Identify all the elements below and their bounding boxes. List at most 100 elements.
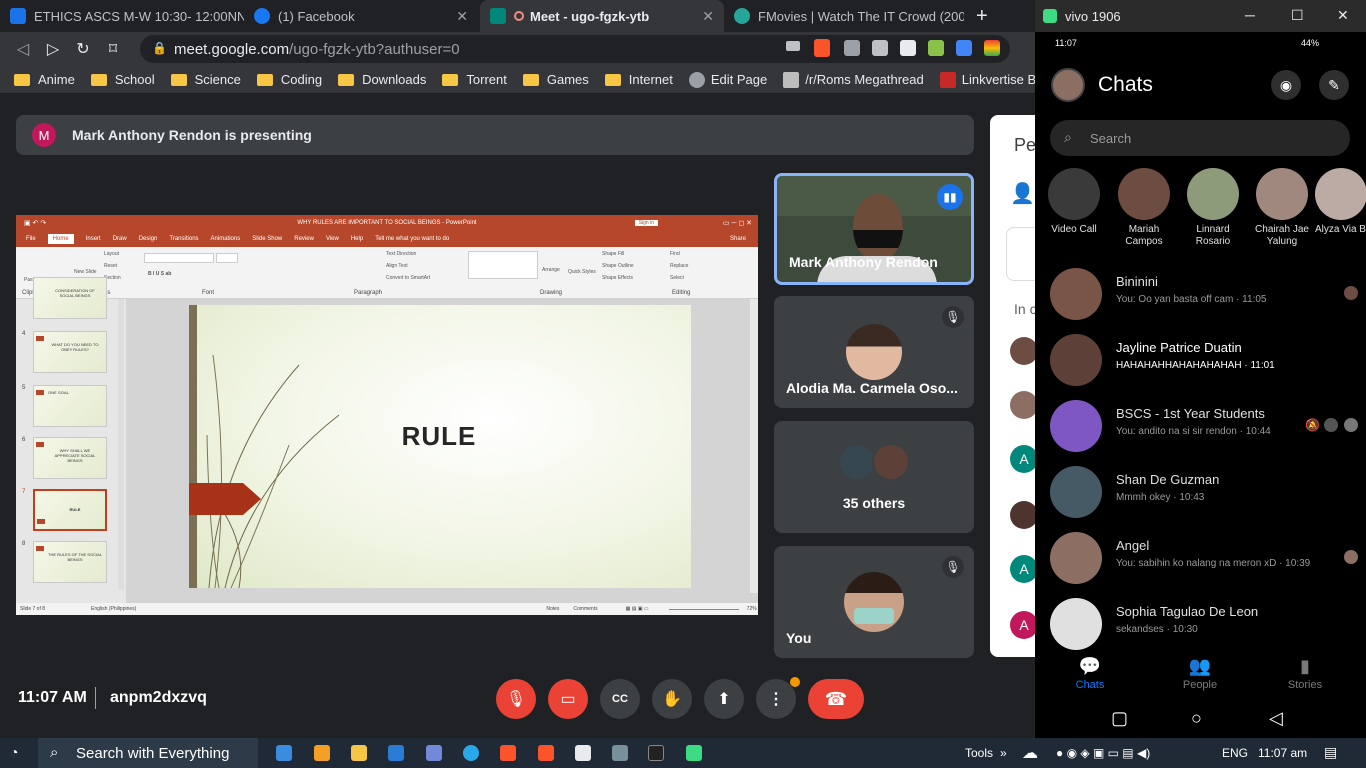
recents-icon[interactable]: ▢ (1111, 708, 1128, 729)
ppt-tab-home[interactable]: Home (47, 234, 74, 244)
camera-icon[interactable]: ◉ (1271, 70, 1301, 100)
bookmark-icon[interactable]: ⌑ (98, 39, 128, 59)
taskbar-clock[interactable]: 11:07 am (1258, 746, 1307, 760)
ppt-share-button[interactable]: Share (730, 236, 746, 242)
nav-people[interactable]: 👥 People (1160, 656, 1240, 691)
minimize-icon[interactable]: ─ (1245, 7, 1255, 23)
ppt-tab-draw[interactable]: Draw (113, 236, 127, 242)
shape-effects-button[interactable]: Shape Effects (602, 275, 633, 281)
extension-icon[interactable] (984, 40, 1000, 56)
notes-button[interactable]: Notes (546, 606, 559, 612)
shape-outline-button[interactable]: Shape Outline (602, 263, 634, 269)
close-icon[interactable]: ✕ (1337, 7, 1349, 24)
replace-button[interactable]: Replace (670, 263, 688, 269)
android-icon[interactable] (686, 745, 702, 761)
participant-tile[interactable]: 🎙 Alodia Ma. Carmela Oso... (774, 296, 974, 408)
window-controls[interactable]: ▭ ─ ◻ ✕ (723, 219, 752, 227)
font-format-buttons[interactable]: B I U S ab (148, 271, 171, 277)
shape-fill-button[interactable]: Shape Fill (602, 251, 624, 257)
font-size-select[interactable] (216, 253, 238, 263)
ppt-tab-review[interactable]: Review (294, 236, 314, 242)
start-icon[interactable]: ◔ (10, 744, 18, 760)
story-item[interactable]: Chairah Jae Yalung (1247, 168, 1317, 248)
file-explorer-icon[interactable] (351, 745, 367, 761)
camera-off-button[interactable]: ▭ (548, 679, 588, 719)
compose-icon[interactable]: ✎ (1319, 70, 1349, 100)
participant-tile-presenter[interactable]: ▮▮ Mark Anthony Rendon (774, 173, 974, 285)
weather-icon[interactable]: ☁ (1022, 743, 1038, 763)
back-icon[interactable]: ◁ (1269, 708, 1283, 729)
bookmark-edit-page[interactable]: Edit Page (688, 71, 767, 88)
slide-thumbnail[interactable]: THE RULES OF THE SOCIAL BEINGS (33, 541, 107, 583)
participant-tile-self[interactable]: 🎙 You (774, 546, 974, 658)
font-family-select[interactable] (144, 253, 214, 263)
bookmark-science[interactable]: Science (170, 72, 241, 87)
nav-chats[interactable]: 💬 Chats (1050, 656, 1130, 691)
ppt-tab-insert[interactable]: Insert (86, 236, 101, 242)
vscode-icon[interactable] (276, 745, 292, 761)
slide-thumbnail[interactable]: CONSIDERATION OF SOCIAL BEINGS (33, 277, 107, 319)
tab-ethics[interactable]: ETHICS ASCS M-W 10:30- 12:00NN AS ✕ (0, 0, 244, 32)
shapes-gallery[interactable] (468, 251, 538, 279)
bookmark-torrent[interactable]: Torrent (442, 72, 507, 87)
end-call-button[interactable]: ☎ (808, 679, 864, 719)
present-screen-button[interactable]: ⬆ (704, 679, 744, 719)
bookmark-games[interactable]: Games (522, 72, 589, 87)
brave-icon[interactable] (500, 745, 516, 761)
slide-thumbnail[interactable]: ONE GOAL (33, 385, 107, 427)
arrange-button[interactable]: Arrange (542, 267, 560, 273)
ppt-tab-transitions[interactable]: Transitions (169, 236, 198, 242)
chat-item[interactable]: Bininini You: Oo yan basta off cam · 11:… (1050, 264, 1366, 324)
profile-avatar[interactable] (1051, 68, 1085, 102)
slide-thumbnail[interactable]: WHY SHALL WE APPRECIATE SOCIAL BEINGS (33, 437, 107, 479)
language-indicator[interactable]: ENG (1222, 746, 1248, 760)
new-slide-button[interactable]: New Slide (74, 269, 97, 275)
story-video-call[interactable]: Video Call (1039, 168, 1109, 236)
notification-center-icon[interactable]: ▤ (1324, 744, 1337, 761)
bookmark-anime[interactable]: Anime (14, 72, 75, 87)
captions-button[interactable]: CC (600, 679, 640, 719)
notion-icon[interactable] (900, 40, 916, 56)
reset-button[interactable]: Reset (104, 263, 117, 269)
ppt-tab-design[interactable]: Design (139, 236, 158, 242)
messenger-search-input[interactable]: ⌕ Search (1050, 120, 1350, 156)
extension-icon[interactable] (928, 40, 944, 56)
outlook-icon[interactable] (388, 745, 404, 761)
text-direction-button[interactable]: Text Direction (386, 251, 416, 257)
thumbnail-scrollbar[interactable] (118, 299, 124, 589)
chat-item[interactable]: Jayline Patrice Duatin HAHAHAHHAHAHAHAHA… (1050, 330, 1366, 390)
sublime-icon[interactable] (314, 745, 330, 761)
chat-item[interactable]: Shan De Guzman Mmmh okey · 10:43 (1050, 462, 1366, 522)
ppt-tell-me[interactable]: Tell me what you want to do (375, 236, 449, 242)
close-icon[interactable]: ✕ (694, 8, 714, 25)
align-text-button[interactable]: Align Text (386, 263, 408, 269)
chat-item-group[interactable]: BSCS - 1st Year Students You: andito na … (1050, 396, 1366, 456)
sign-in-button[interactable]: Sign in (634, 220, 658, 226)
current-slide[interactable]: RULE (189, 305, 691, 588)
extension-icon[interactable] (844, 40, 860, 56)
camera-icon[interactable] (786, 41, 800, 51)
add-people-icon[interactable]: 👤 (1010, 181, 1035, 206)
save-icon[interactable]: ▣ ↶ ↷ (24, 219, 46, 227)
address-bar[interactable]: 🔒 meet.google.com/ugo-fgzk-ytb?authuser=… (140, 35, 1010, 63)
taskbar-search[interactable]: ⌕ Search with Everything (38, 738, 258, 768)
bookmark-downloads[interactable]: Downloads (338, 72, 426, 87)
participant-tile-others[interactable]: 35 others (774, 421, 974, 533)
screenshot-icon[interactable] (872, 40, 888, 56)
tray-icons[interactable]: ● ◉ ◈ ▣ ▭ ▤ ◀) (1056, 746, 1150, 760)
home-icon[interactable]: ○ (1191, 708, 1202, 729)
chevron-right-icon[interactable]: » (1000, 746, 1007, 760)
view-buttons[interactable]: ▦ ▤ ▣ ▭ (626, 606, 649, 612)
new-tab-button[interactable]: + (966, 0, 996, 32)
tab-meet[interactable]: Meet - ugo-fgzk-ytb ✕ (480, 0, 724, 32)
story-item[interactable]: Linnard Rosario (1178, 168, 1248, 248)
bookmark-internet[interactable]: Internet (604, 72, 673, 87)
slide-title[interactable]: RULE (389, 421, 489, 452)
forward-icon[interactable]: ▷ (38, 39, 68, 59)
maximize-icon[interactable]: ☐ (1291, 7, 1304, 24)
reload-icon[interactable]: ↻ (68, 39, 98, 59)
story-item[interactable]: Mariah Campos (1109, 168, 1179, 248)
telegram-icon[interactable] (463, 745, 479, 761)
ppt-tab-view[interactable]: View (326, 236, 339, 242)
slide-scrollbar[interactable] (750, 299, 758, 593)
